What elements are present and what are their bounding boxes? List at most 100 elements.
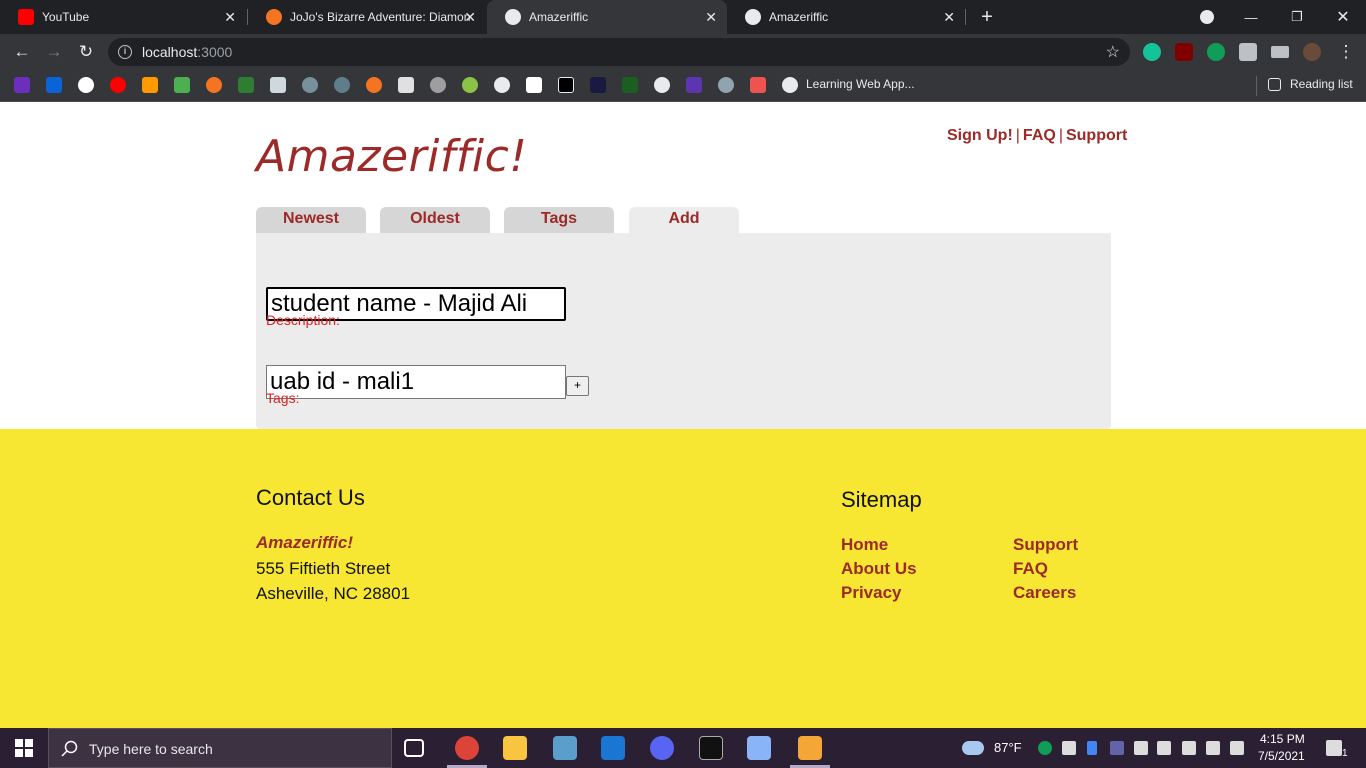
- bookmark-globe-icon[interactable]: [494, 77, 510, 93]
- terminal-icon[interactable]: [699, 736, 723, 760]
- bookmark-notion-icon[interactable]: [526, 77, 542, 93]
- footer-link-home[interactable]: Home: [841, 535, 888, 555]
- keyboard-icon[interactable]: [1182, 741, 1196, 755]
- bookmark-mail-icon[interactable]: [398, 77, 414, 93]
- avatar[interactable]: [1303, 43, 1321, 61]
- bookmark-globe-icon[interactable]: [782, 77, 798, 93]
- bookmark-chart-icon[interactable]: [270, 77, 286, 93]
- sitemap-heading: Sitemap: [841, 487, 922, 512]
- bookmark-learning-web-app[interactable]: Learning Web App...: [806, 77, 915, 91]
- page: Amazeriffic! Sign Up! | FAQ | Support Newest…: [0, 103, 1366, 728]
- bookmark-youtube-icon[interactable]: [110, 77, 126, 93]
- bookmark-algo-icon[interactable]: [590, 77, 606, 93]
- volume-icon[interactable]: [1157, 741, 1171, 755]
- footer-link-privacy[interactable]: Privacy: [841, 583, 902, 603]
- media-control-icon[interactable]: [1271, 46, 1289, 58]
- file-explorer-icon[interactable]: [503, 736, 527, 760]
- bookmark-orange-icon[interactable]: [206, 77, 222, 93]
- bookmark-bolt-icon[interactable]: [686, 77, 702, 93]
- bookmark-circle-icon[interactable]: [302, 77, 318, 93]
- bookmark-github-icon[interactable]: [654, 77, 670, 93]
- nav-support-link[interactable]: Support: [1066, 127, 1127, 144]
- address-line-1: 555 Fiftieth Street: [256, 559, 391, 578]
- new-tab-button[interactable]: +: [964, 0, 1010, 34]
- close-window-button[interactable]: ✕: [1320, 0, 1366, 34]
- display-icon[interactable]: [1206, 741, 1220, 755]
- bookmark-swirl-icon[interactable]: [718, 77, 734, 93]
- bookmark-yahoo-mail-icon[interactable]: [14, 77, 30, 93]
- extension-green-icon[interactable]: [1207, 43, 1225, 61]
- tab-oldest[interactable]: Oldest: [380, 207, 490, 233]
- footer-link-about-us[interactable]: About Us: [841, 559, 917, 579]
- tab-tags[interactable]: Tags: [504, 207, 614, 233]
- chrome-icon[interactable]: [455, 736, 479, 760]
- app-icon[interactable]: [798, 736, 822, 760]
- tags-label: Tags:: [266, 390, 300, 406]
- bookmark-red-icon[interactable]: [750, 77, 766, 93]
- bookmark-crunchyroll-icon[interactable]: [366, 77, 382, 93]
- close-icon[interactable]: ✕: [943, 9, 955, 26]
- menu-kebab-icon[interactable]: ⋮: [1334, 40, 1358, 64]
- address-bar[interactable]: i localhost:3000 ☆: [108, 38, 1130, 66]
- tab-jojo[interactable]: JoJo's Bizarre Adventure: Diamon ✕: [248, 0, 486, 34]
- close-icon[interactable]: ✕: [464, 9, 476, 26]
- forward-button[interactable]: →: [42, 40, 66, 64]
- bookmark-leaf-icon[interactable]: [462, 77, 478, 93]
- footer-link-careers[interactable]: Careers: [1013, 583, 1076, 603]
- address-line-2: Asheville, NC 28801: [256, 584, 411, 603]
- bookmark-uab-icon[interactable]: [238, 77, 254, 93]
- grammarly-icon[interactable]: [1143, 43, 1161, 61]
- store-icon[interactable]: [601, 736, 625, 760]
- tab-amazeriffic[interactable]: Amazeriffic ✕: [727, 0, 965, 34]
- back-button[interactable]: ←: [10, 40, 34, 64]
- bookmark-gear-icon[interactable]: [334, 77, 350, 93]
- bookmark-outlook-icon[interactable]: [46, 77, 62, 93]
- bookmark-w-icon[interactable]: [622, 77, 638, 93]
- youtube-icon: [18, 9, 34, 25]
- tray-green-icon[interactable]: [1038, 741, 1052, 755]
- tags-input[interactable]: [266, 365, 566, 399]
- teams-icon[interactable]: [1110, 741, 1124, 755]
- start-button[interactable]: [0, 728, 48, 768]
- nav-faq-link[interactable]: FAQ: [1023, 127, 1056, 144]
- bookmark-turtle-icon[interactable]: [430, 77, 446, 93]
- bookmark-google-icon[interactable]: [78, 77, 94, 93]
- tab-search-button[interactable]: [1184, 0, 1230, 34]
- minimize-button[interactable]: —: [1228, 0, 1274, 34]
- footer-link-support[interactable]: Support: [1013, 535, 1078, 555]
- puzzle-icon[interactable]: [1239, 43, 1257, 61]
- battery-icon[interactable]: [1230, 741, 1244, 755]
- site-title: Amazeriffic!: [256, 131, 528, 182]
- weather-icon[interactable]: [962, 741, 984, 755]
- restore-button[interactable]: ❐: [1274, 0, 1320, 34]
- bookmark-star-icon[interactable]: ☆: [1106, 42, 1120, 62]
- reading-list-button[interactable]: Reading list: [1290, 77, 1353, 91]
- weather-temp[interactable]: 87°F: [994, 740, 1022, 755]
- calculator-icon[interactable]: [553, 736, 577, 760]
- virtualbox-icon[interactable]: [747, 736, 771, 760]
- nav-sign-up-link[interactable]: Sign Up!: [947, 127, 1013, 144]
- discord-icon[interactable]: [650, 736, 674, 760]
- reload-button[interactable]: ↻: [74, 40, 98, 64]
- info-icon[interactable]: i: [118, 45, 132, 59]
- bookmark-amazon-icon[interactable]: [142, 77, 158, 93]
- clock-date[interactable]: 7/5/2021: [1258, 749, 1305, 763]
- tab-youtube[interactable]: YouTube ✕: [0, 0, 246, 34]
- chevron-down-icon: [1200, 10, 1214, 24]
- bookmark-r-icon[interactable]: [558, 77, 574, 93]
- close-icon[interactable]: ✕: [705, 9, 717, 26]
- tab-amazeriffic-active[interactable]: Amazeriffic ✕: [487, 0, 727, 34]
- add-button[interactable]: +: [566, 376, 589, 396]
- network-icon[interactable]: [1134, 741, 1148, 755]
- notifications-icon[interactable]: [1326, 740, 1342, 756]
- bluetooth-icon[interactable]: [1087, 741, 1097, 755]
- footer-link-faq[interactable]: FAQ: [1013, 559, 1048, 579]
- close-icon[interactable]: ✕: [224, 9, 236, 26]
- taskbar-search[interactable]: Type here to search: [48, 728, 392, 768]
- tab-newest[interactable]: Newest: [256, 207, 366, 233]
- ublock-icon[interactable]: [1175, 43, 1193, 61]
- bookmark-drive-icon[interactable]: [174, 77, 190, 93]
- clock-time[interactable]: 4:15 PM: [1260, 732, 1305, 746]
- tray-discord-icon[interactable]: [1062, 741, 1076, 755]
- task-view-icon[interactable]: [404, 739, 424, 757]
